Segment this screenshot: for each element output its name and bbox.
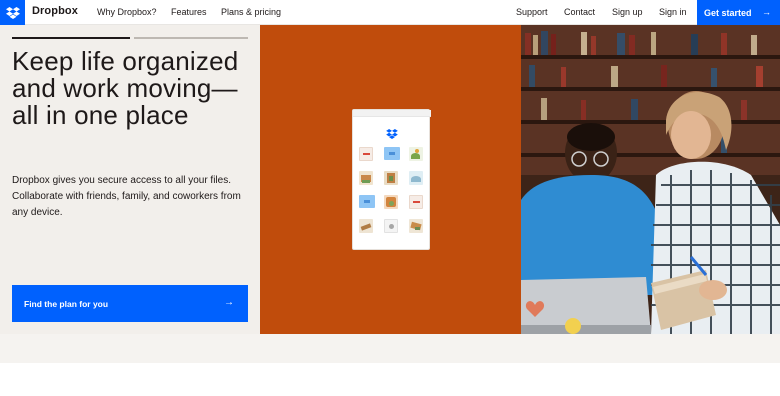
dropbox-logo-icon (386, 126, 398, 144)
phone-mockup (352, 109, 431, 250)
section-divider-band (0, 334, 780, 363)
nav-link-sign-in[interactable]: Sign in (659, 7, 687, 17)
image-file-icon (409, 219, 423, 233)
image-file-icon (409, 171, 423, 185)
get-started-label: Get started (704, 7, 752, 18)
find-plan-button[interactable]: Find the plan for you → (12, 285, 248, 322)
arrow-right-icon: → (224, 297, 234, 308)
product-illustration-panel (260, 25, 521, 334)
people-photo-illustration (521, 25, 780, 334)
carousel-progress-track[interactable] (134, 37, 248, 39)
nav-link-contact[interactable]: Contact (564, 7, 595, 17)
top-nav: Dropbox Why Dropbox? Features Plans & pr… (0, 0, 780, 25)
hero-subtext: Dropbox gives you secure access to all y… (12, 175, 241, 218)
folder-icon (359, 195, 375, 208)
pdf-file-icon (359, 147, 373, 161)
dropbox-logo-icon[interactable] (0, 0, 25, 25)
nav-link-plans-pricing[interactable]: Plans & pricing (221, 7, 281, 17)
nav-link-features[interactable]: Features (171, 7, 207, 17)
nav-link-why-dropbox[interactable]: Why Dropbox? (97, 7, 157, 17)
hero-text-panel: Keep life organized and work moving—all … (0, 25, 260, 334)
find-plan-label: Find the plan for you (24, 298, 109, 309)
nav-link-sign-up[interactable]: Sign up (612, 7, 643, 17)
pdf-file-icon (409, 195, 423, 209)
image-file-icon (359, 219, 373, 233)
hero-photo (521, 25, 780, 334)
brand-name[interactable]: Dropbox (32, 5, 78, 17)
get-started-button[interactable]: Get started → (697, 0, 780, 25)
nav-link-support[interactable]: Support (516, 7, 548, 17)
image-file-icon (359, 171, 373, 185)
carousel-progress-active[interactable] (12, 37, 130, 39)
image-file-icon (409, 147, 423, 161)
image-file-icon (384, 195, 398, 209)
image-file-icon (384, 171, 398, 185)
arrow-right-icon: → (762, 7, 771, 17)
folder-icon (384, 147, 400, 160)
phone-status-bar (353, 110, 431, 117)
image-file-icon (384, 219, 398, 233)
hero-headline: Keep life organized and work moving—all … (12, 46, 239, 130)
